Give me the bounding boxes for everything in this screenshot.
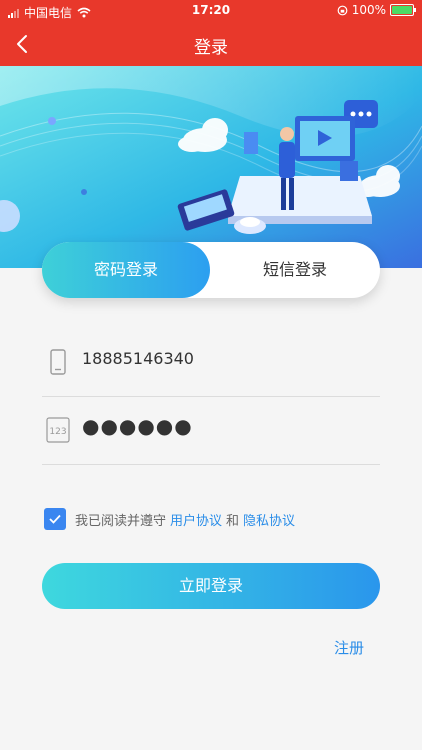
phone-value[interactable]: 18885146340 bbox=[82, 349, 194, 368]
login-mode-tabs: 密码登录 短信登录 bbox=[42, 242, 380, 298]
agreement-text: 我已阅读并遵守 bbox=[75, 513, 167, 529]
password-value[interactable]: ●●●●●● bbox=[82, 414, 193, 438]
agreement-checkbox[interactable] bbox=[44, 508, 66, 530]
tab-password-login[interactable]: 密码登录 bbox=[42, 242, 210, 298]
privacy-agreement-link[interactable]: 隐私协议 bbox=[243, 510, 295, 529]
agreement-row: 我已阅读并遵守 用户协议 和 隐私协议 bbox=[44, 507, 299, 531]
phone-field[interactable]: 18885146340 bbox=[42, 328, 380, 397]
register-link[interactable]: 注册 bbox=[334, 637, 364, 658]
phone-icon bbox=[50, 349, 66, 375]
status-bar-right: 100% bbox=[337, 3, 416, 17]
orientation-lock-icon bbox=[337, 5, 348, 15]
battery-percent: 100% bbox=[351, 3, 386, 17]
login-button[interactable]: 立即登录 bbox=[42, 563, 380, 609]
banner-illustration bbox=[0, 66, 422, 268]
status-bar: 中国电信 17:20 100% bbox=[0, 0, 422, 22]
page-title: 登录 bbox=[194, 38, 228, 58]
svg-text:123: 123 bbox=[49, 427, 66, 437]
tab-sms-login[interactable]: 短信登录 bbox=[210, 242, 380, 298]
nav-bar: 登录 bbox=[0, 22, 422, 66]
number-keypad-icon: 123 bbox=[46, 417, 70, 443]
battery-icon bbox=[390, 4, 416, 16]
agreement-and: 和 bbox=[226, 513, 240, 529]
password-field[interactable]: 123 ●●●●●● bbox=[42, 396, 380, 465]
checkmark-icon bbox=[49, 514, 61, 524]
user-agreement-link[interactable]: 用户协议 bbox=[170, 510, 222, 529]
